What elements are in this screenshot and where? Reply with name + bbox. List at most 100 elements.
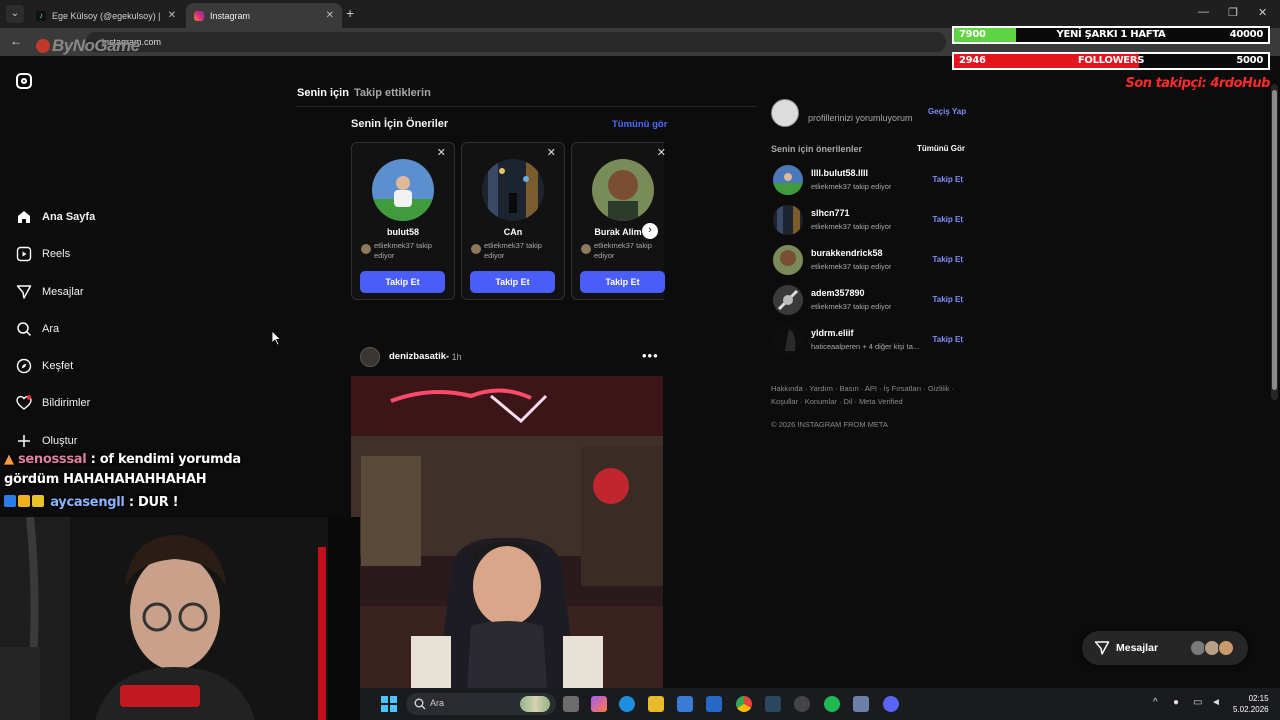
settings-icon[interactable] xyxy=(853,696,869,712)
task-view-icon[interactable] xyxy=(563,696,579,712)
follow-button[interactable]: Takip Et xyxy=(932,175,963,184)
suggested-username[interactable]: yldrm.eliif xyxy=(811,328,854,338)
suggestions-title: Senin İçin Öneriler xyxy=(351,118,449,130)
avatar[interactable] xyxy=(482,159,544,221)
follow-button[interactable]: Takip Et xyxy=(470,271,555,293)
close-icon[interactable]: ✕ xyxy=(168,10,176,21)
song-goal-bar: YENİ ŞARKI 1 HAFTA 7900 40000 xyxy=(952,26,1270,44)
follow-button[interactable]: Takip Et xyxy=(932,215,963,224)
followers-goal-current: 2946 xyxy=(959,55,986,66)
chevron-right-icon[interactable]: › xyxy=(642,223,658,239)
copilot-icon[interactable] xyxy=(591,696,607,712)
sidebar-item-home[interactable]: Ana Sayfa xyxy=(16,207,95,227)
post-username[interactable]: denizbasatik xyxy=(389,351,446,362)
microphone-icon[interactable]: ● xyxy=(1173,697,1179,708)
edge-icon[interactable] xyxy=(619,696,635,712)
tab-for-you[interactable]: Senin için xyxy=(297,87,349,99)
close-icon[interactable]: ✕ xyxy=(657,146,666,159)
suggestion-subtext: etliekmek37 takip ediyor xyxy=(374,241,432,260)
sidebar-item-label: Ana Sayfa xyxy=(42,211,96,223)
avatar[interactable] xyxy=(773,245,803,275)
sidebar-item-reels[interactable]: Reels xyxy=(16,244,70,264)
switch-account-link[interactable]: Geçiş Yap xyxy=(928,107,966,116)
more-options-icon[interactable]: ••• xyxy=(642,348,659,363)
follow-button[interactable]: Takip Et xyxy=(932,295,963,304)
close-icon[interactable]: ✕ xyxy=(547,146,556,159)
maximize-icon[interactable]: ❐ xyxy=(1228,6,1238,19)
speaker-icon[interactable]: ◄ xyxy=(1211,697,1221,708)
last-follower-text: Son takipçi: 4rdoHub xyxy=(1125,76,1271,91)
store-icon[interactable] xyxy=(677,696,693,712)
url-field[interactable]: instagram.com xyxy=(86,32,946,52)
new-tab-button[interactable]: + xyxy=(346,5,354,21)
follow-button[interactable]: Takip Et xyxy=(580,271,665,293)
suggested-subtext: etliekmek37 takip ediyor xyxy=(811,222,892,231)
suggested-username[interactable]: adem357890 xyxy=(811,288,865,298)
suggested-username[interactable]: llll.bulut58.llll xyxy=(811,168,868,178)
avatar[interactable] xyxy=(372,159,434,221)
suggestions-see-all-link[interactable]: Tümünü gör xyxy=(612,119,667,130)
sidebar-item-messages[interactable]: Mesajlar xyxy=(16,282,84,302)
suggestion-name[interactable]: bulut58 xyxy=(352,227,454,237)
sidebar-item-label: Oluştur xyxy=(42,435,78,447)
taskbar-clock[interactable]: 02:15 5.02.2026 xyxy=(1233,693,1269,715)
badge-icon xyxy=(18,495,30,507)
follow-button[interactable]: Takip Et xyxy=(932,255,963,264)
spotify-icon[interactable] xyxy=(824,696,840,712)
browser-tab-tiktok[interactable]: ♪ Ege Külsoy (@egekulsoy) | TikTok ✕ xyxy=(28,3,184,28)
scrollbar-thumb[interactable] xyxy=(1272,90,1277,390)
steam-icon[interactable] xyxy=(765,696,781,712)
windows-start-icon[interactable] xyxy=(381,696,397,712)
post-image[interactable] xyxy=(351,376,663,688)
minimize-icon[interactable]: — xyxy=(1198,6,1209,18)
tab-search-menu-button[interactable]: ⌄ xyxy=(6,5,24,23)
back-arrow-icon[interactable]: ← xyxy=(10,34,22,48)
avatar[interactable] xyxy=(773,165,803,195)
tab-following[interactable]: Takip ettiklerin xyxy=(354,87,431,99)
sidebar-item-search[interactable]: Ara xyxy=(16,319,59,339)
suggested-username[interactable]: burakkendrick58 xyxy=(811,248,883,258)
profile-subtext: profillerinizi yorumluyorum xyxy=(808,113,913,123)
close-icon[interactable]: ✕ xyxy=(437,146,446,159)
close-icon[interactable]: ✕ xyxy=(326,10,334,21)
avatar xyxy=(471,244,481,254)
messages-pill[interactable]: Mesajlar xyxy=(1082,631,1248,665)
avatar[interactable] xyxy=(773,205,803,235)
followers-goal-bar: FOLLOWERS 2946 5000 xyxy=(952,52,1270,70)
list-item: adem357890 etliekmek37 takip ediyor Taki… xyxy=(773,285,963,315)
close-window-icon[interactable]: ✕ xyxy=(1258,6,1267,19)
webcam-feed xyxy=(0,517,360,720)
obs-icon[interactable] xyxy=(794,696,810,712)
chat-message: aycasengll : DUR ! xyxy=(4,495,179,510)
sidebar-item-explore[interactable]: Keşfet xyxy=(16,356,73,376)
avatar[interactable] xyxy=(771,99,799,127)
taskbar-search[interactable]: Ara xyxy=(406,693,556,715)
browser-tab-instagram[interactable]: Instagram ✕ xyxy=(186,3,342,28)
footer-links[interactable]: Hakkında · Yardım · Basın · API · İş Fır… xyxy=(771,382,971,408)
avatar[interactable] xyxy=(592,159,654,221)
suggested-username[interactable]: slhcn771 xyxy=(811,208,850,218)
avatar[interactable] xyxy=(360,347,380,367)
instagram-logo-icon[interactable] xyxy=(16,73,32,89)
clock-date: 5.02.2026 xyxy=(1233,705,1269,714)
display-icon[interactable]: ▭ xyxy=(1193,697,1202,708)
sidebar-item-create[interactable]: Oluştur xyxy=(16,431,77,451)
list-item: burakkendrick58 etliekmek37 takip ediyor… xyxy=(773,245,963,275)
avatar[interactable] xyxy=(773,285,803,315)
feed-divider xyxy=(296,106,756,107)
discord-icon[interactable] xyxy=(883,696,899,712)
mail-icon[interactable] xyxy=(706,696,722,712)
suggested-subtext: etliekmek37 takip ediyor xyxy=(811,182,892,191)
chevron-up-icon[interactable]: ^ xyxy=(1153,697,1158,708)
chrome-icon[interactable] xyxy=(736,696,752,712)
avatar[interactable] xyxy=(773,325,803,355)
follow-button[interactable]: Takip Et xyxy=(932,335,963,344)
suggestion-name[interactable]: CAn xyxy=(462,227,564,237)
instagram-icon xyxy=(194,10,204,21)
sidebar-item-notifications[interactable]: Bildirimler xyxy=(16,393,90,413)
sidebar-item-label: Mesajlar xyxy=(42,286,84,298)
file-explorer-icon[interactable] xyxy=(648,696,664,712)
list-item: llll.bulut58.llll etliekmek37 takip ediy… xyxy=(773,165,963,195)
follow-button[interactable]: Takip Et xyxy=(360,271,445,293)
see-all-link[interactable]: Tümünü Gör xyxy=(917,144,965,153)
